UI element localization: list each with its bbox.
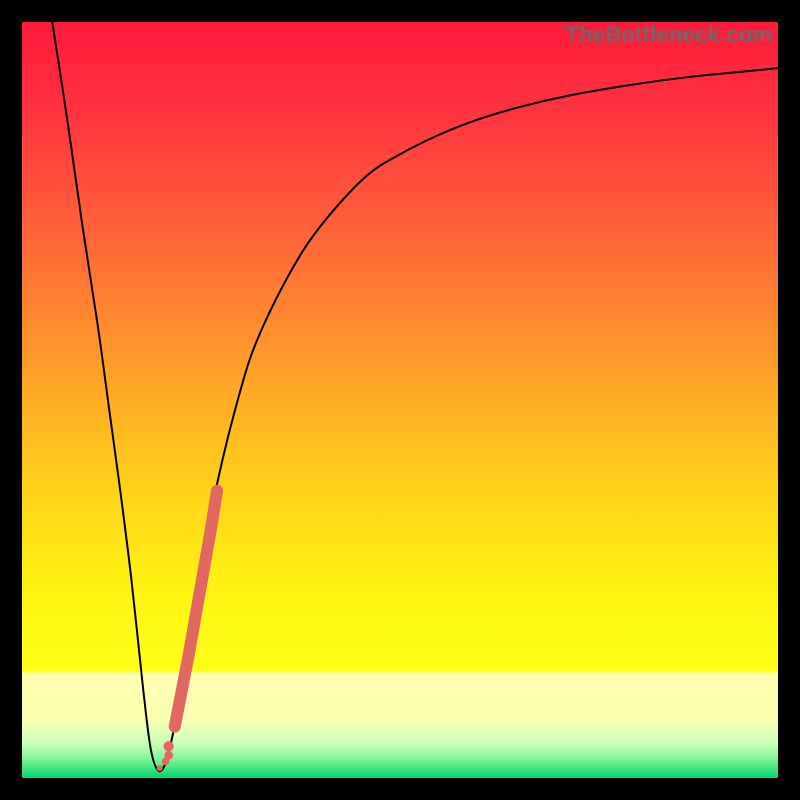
gradient-background <box>22 22 778 778</box>
watermark-text: TheBottleneck.com <box>566 22 772 48</box>
highlight-dot <box>164 751 173 760</box>
highlight-dot <box>169 721 181 733</box>
highlight-dot <box>157 765 163 771</box>
plot-area: TheBottleneck.com <box>22 22 778 778</box>
chart-frame: TheBottleneck.com <box>0 0 800 800</box>
highlight-dot <box>164 741 174 751</box>
chart-svg <box>22 22 778 778</box>
